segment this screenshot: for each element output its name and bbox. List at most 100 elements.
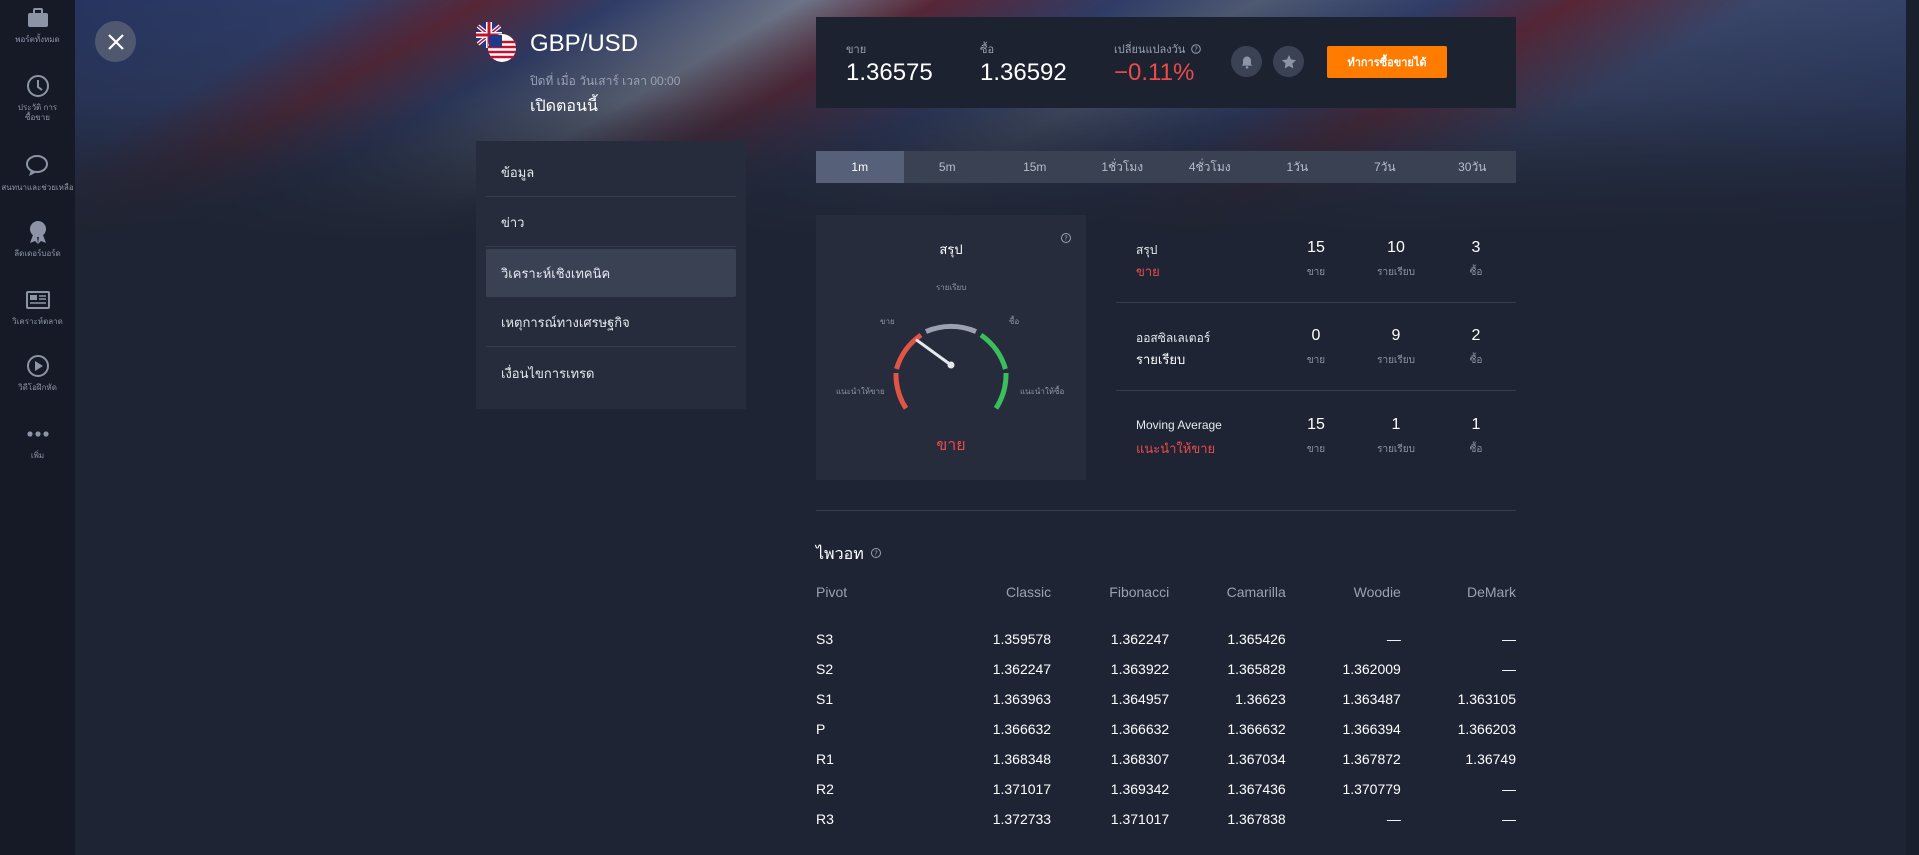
buy-count: 1 bbox=[1471, 416, 1481, 433]
gauge-needle bbox=[915, 338, 953, 367]
menu-item-technical-analysis[interactable]: วิเคราะห์เชิงเทคนิค bbox=[486, 249, 736, 297]
buy-count: 2 bbox=[1471, 327, 1481, 344]
sidebar-item-portfolio[interactable]: พอร์ตทั้งหมด bbox=[0, 4, 75, 45]
pivot-column-header: Woodie bbox=[1353, 584, 1401, 600]
pivot-table: Pivot Classic Fibonacci Camarilla Woodie… bbox=[816, 582, 1516, 834]
buy-count-label: ซื้อ bbox=[1469, 267, 1483, 278]
sell-count-label: ขาย bbox=[1306, 267, 1326, 278]
play-icon bbox=[26, 355, 49, 377]
sell-price: 1.36575 bbox=[846, 59, 933, 86]
indicator-verdict: แนะนำให้ขาย bbox=[1136, 441, 1216, 456]
pivot-column-header: Classic bbox=[1005, 584, 1052, 600]
pivot-column-header: Pivot bbox=[816, 584, 848, 600]
pivot-value: — bbox=[1502, 631, 1516, 647]
tab-1h[interactable]: 1ชั่วโมง bbox=[1079, 151, 1167, 183]
pivot-level: P bbox=[816, 721, 826, 737]
close-button[interactable] bbox=[95, 21, 136, 62]
asset-name: GBP/USD bbox=[530, 30, 639, 57]
market-closing-info: ปิดที่ เมื่อ วันเสาร์ เวลา 00:00 bbox=[530, 74, 681, 88]
sell-label: ขาย bbox=[846, 44, 867, 56]
sell-count: 15 bbox=[1307, 416, 1325, 433]
sidebar-item-leaderboard[interactable]: ลีดเดอร์บอร์ด bbox=[0, 218, 75, 259]
buy-label: ซื้อ bbox=[980, 44, 995, 56]
pivot-value: 1.371017 bbox=[1110, 811, 1170, 827]
pivot-value: 1.363487 bbox=[1342, 691, 1401, 707]
pivot-value: 1.371017 bbox=[992, 781, 1052, 797]
pivot-value: 1.366632 bbox=[1110, 721, 1170, 737]
history-icon bbox=[26, 75, 49, 97]
gauge-title: สรุป bbox=[939, 242, 963, 257]
pivot-value: 1.365828 bbox=[1227, 661, 1286, 677]
tab-1d[interactable]: 1วัน bbox=[1254, 151, 1342, 183]
sidebar-item-label: ประวัติ การซื้อขาย bbox=[17, 103, 58, 122]
svg-text:?: ? bbox=[874, 550, 878, 558]
sidebar-item-market-analysis[interactable]: วิเคราะห์ตลาด bbox=[0, 286, 75, 327]
menu-item-label: วิเคราะห์เชิงเทคนิค bbox=[501, 265, 611, 281]
asset-info-menu: ข้อมูล ข่าว วิเคราะห์เชิงเทคนิค เหตุการณ… bbox=[476, 141, 746, 409]
buy-price: 1.36592 bbox=[980, 59, 1067, 86]
pivot-value: — bbox=[1502, 661, 1516, 677]
alert-button[interactable] bbox=[1231, 46, 1262, 77]
sidebar-item-tutorials[interactable]: วิดีโอฝึกหัด bbox=[0, 352, 75, 393]
section-divider bbox=[816, 510, 1516, 511]
pivot-value: 1.362247 bbox=[1110, 631, 1170, 647]
indicator-verdict: รายเรียบ bbox=[1136, 352, 1186, 367]
menu-item-news[interactable]: ข่าว bbox=[486, 199, 736, 247]
sidebar-item-label: สนทนาและช่วยเหลือ bbox=[1, 183, 74, 192]
gbp-usd-flags-icon bbox=[476, 22, 516, 62]
pivot-value: 1.366203 bbox=[1457, 721, 1516, 737]
daily-change-value: −0.11% bbox=[1114, 59, 1195, 86]
chat-icon bbox=[25, 155, 48, 176]
star-icon bbox=[1281, 54, 1296, 68]
trade-button[interactable]: ทำการซื้อขายได้ bbox=[1327, 46, 1447, 78]
gauge-label-sell: ขาย bbox=[880, 317, 895, 326]
tab-5m[interactable]: 5m bbox=[904, 151, 992, 183]
neutral-count-label: รายเรียบ bbox=[1377, 267, 1415, 278]
tab-1m[interactable]: 1m bbox=[816, 151, 904, 183]
pivot-value: — bbox=[1502, 811, 1516, 827]
sidebar-item-label: วิเคราะห์ตลาด bbox=[12, 317, 63, 326]
close-icon bbox=[107, 33, 124, 50]
table-row: P 1.366632 1.366632 1.366632 1.366394 1.36620… bbox=[816, 714, 1516, 744]
indicator-name: สรุป bbox=[1136, 243, 1158, 257]
pivot-value: 1.36623 bbox=[1235, 691, 1286, 707]
pivot-level: S3 bbox=[816, 631, 834, 647]
pivot-header-row: Pivot Classic Fibonacci Camarilla Woodie… bbox=[816, 582, 1516, 602]
left-sidebar: พอร์ตทั้งหมด ประวัติ การซื้อขาย สนทนาและ… bbox=[0, 0, 75, 855]
tab-7d[interactable]: 7วัน bbox=[1341, 151, 1429, 183]
table-row: S1 1.363963 1.364957 1.36623 1.363487 1.36310… bbox=[816, 684, 1516, 714]
help-icon[interactable]: ? bbox=[1060, 232, 1072, 244]
pivot-value: — bbox=[1386, 631, 1401, 647]
menu-item-info[interactable]: ข้อมูล bbox=[486, 149, 736, 197]
table-row: R1 1.368348 1.368307 1.367034 1.367872 1.3674… bbox=[816, 744, 1516, 774]
help-icon[interactable]: ? bbox=[1191, 44, 1202, 54]
more-icon bbox=[26, 431, 49, 437]
tab-15m[interactable]: 15m bbox=[991, 151, 1079, 183]
pivot-value: 1.36749 bbox=[1465, 751, 1516, 767]
neutral-count: 1 bbox=[1391, 416, 1401, 433]
help-icon[interactable]: ? bbox=[870, 547, 882, 559]
neutral-count-label: รายเรียบ bbox=[1377, 355, 1415, 366]
sidebar-item-more[interactable]: เพิ่ม bbox=[0, 420, 75, 461]
buy-count-label: ซื้อ bbox=[1469, 355, 1483, 366]
pivot-value: 1.365426 bbox=[1227, 631, 1286, 647]
table-row: R3 1.372733 1.371017 1.367838 — — bbox=[816, 804, 1516, 834]
menu-item-label: เงื่อนไขการเทรด bbox=[501, 365, 595, 381]
sidebar-item-history[interactable]: ประวัติ การซื้อขาย bbox=[0, 72, 75, 123]
tab-30d[interactable]: 30วัน bbox=[1429, 151, 1517, 183]
gauge-label-strong-buy: แนะนำให้ซื้อ bbox=[1020, 387, 1065, 396]
summary-gauge-panel: สรุป ? แนะนำให้ขาย ขาย รายเรียบ ซื้อ แนะ… bbox=[816, 215, 1086, 480]
pivot-value: 1.366394 bbox=[1342, 721, 1401, 737]
menu-item-economic-events[interactable]: เหตุการณ์ทางเศรษฐกิจ bbox=[486, 299, 736, 347]
favorite-button[interactable] bbox=[1273, 46, 1304, 77]
pivot-column-header: Camarilla bbox=[1226, 584, 1286, 600]
pivot-level: R1 bbox=[816, 751, 834, 767]
menu-item-trading-conditions[interactable]: เงื่อนไขการเทรด bbox=[486, 349, 736, 397]
sidebar-item-chat[interactable]: สนทนาและช่วยเหลือ bbox=[0, 152, 75, 193]
pivot-value: 1.359578 bbox=[992, 631, 1052, 647]
pivot-value: — bbox=[1502, 781, 1516, 797]
tab-4h[interactable]: 4ชั่วโมง bbox=[1166, 151, 1254, 183]
sidebar-item-label: ลีดเดอร์บอร์ด bbox=[14, 249, 61, 258]
scrollbar[interactable] bbox=[1906, 0, 1919, 855]
pivot-value: 1.363105 bbox=[1457, 691, 1516, 707]
